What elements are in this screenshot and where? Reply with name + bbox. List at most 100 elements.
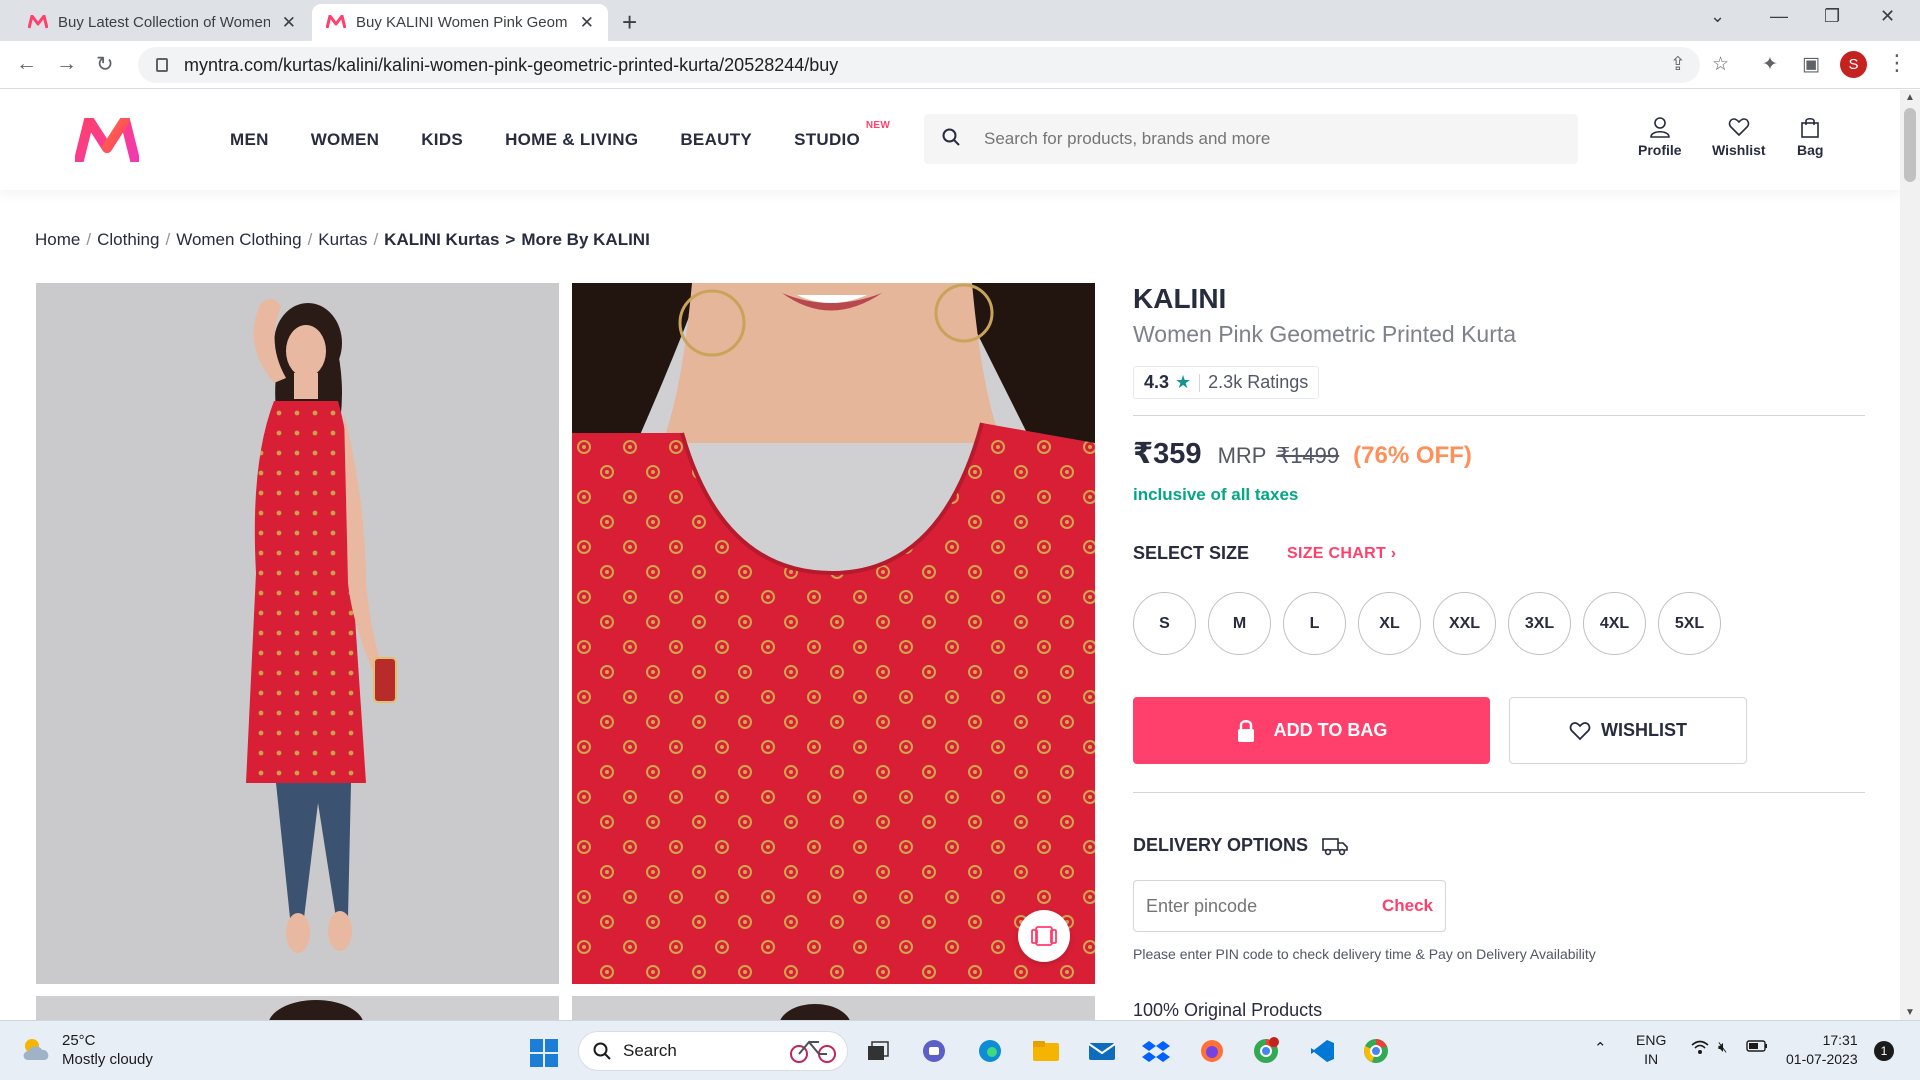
extensions-puzzle-icon[interactable]: ✦	[1762, 53, 1778, 76]
taskbar-search[interactable]: Search	[578, 1031, 848, 1071]
dropbox-icon[interactable]	[1140, 1035, 1172, 1067]
nav-kids[interactable]: KIDS	[421, 130, 463, 150]
vscode-icon[interactable]	[1306, 1035, 1338, 1067]
size-chart-link[interactable]: SIZE CHART ›	[1287, 545, 1396, 563]
bag-icon	[1801, 117, 1820, 138]
size-button-4xl[interactable]: 4XL	[1583, 592, 1646, 655]
teams-chat-icon[interactable]	[918, 1035, 950, 1067]
myntra-favicon-icon	[27, 14, 49, 31]
profile-avatar[interactable]: S	[1840, 51, 1867, 78]
size-button-5xl[interactable]: 5XL	[1658, 592, 1721, 655]
scroll-down-arrow-icon[interactable]: ▼	[1905, 1007, 1915, 1018]
size-button-xl[interactable]: XL	[1358, 592, 1421, 655]
size-button-l[interactable]: L	[1283, 592, 1346, 655]
nav-men[interactable]: MEN	[230, 130, 269, 150]
wifi-icon[interactable]	[1690, 1039, 1710, 1059]
wishlist-button[interactable]: WISHLIST	[1509, 697, 1747, 764]
product-brand[interactable]: KALINI	[1133, 283, 1865, 315]
window-close-icon[interactable]: ✕	[1880, 6, 1895, 27]
tax-note: inclusive of all taxes	[1133, 485, 1299, 504]
header-bag[interactable]: Bag	[1797, 116, 1823, 158]
forward-arrow-icon[interactable]: →	[56, 52, 77, 76]
size-button-m[interactable]: M	[1208, 592, 1271, 655]
breadcrumb-brand-kurtas[interactable]: KALINI Kurtas	[384, 230, 499, 249]
nav-women[interactable]: WOMEN	[311, 130, 380, 150]
view-similar-button[interactable]	[1018, 910, 1070, 962]
breadcrumb-more-by-brand[interactable]: More By KALINI	[521, 230, 649, 249]
breadcrumb-home[interactable]: Home	[35, 230, 80, 249]
bag-lock-icon	[1237, 719, 1254, 742]
rating-badge[interactable]: 4.3 ★ 2.3k Ratings	[1133, 366, 1320, 399]
back-arrow-icon[interactable]: ←	[16, 52, 37, 76]
restore-icon[interactable]: ❐	[1824, 6, 1840, 27]
discount: (76% OFF)	[1353, 442, 1472, 469]
header-wishlist[interactable]: Wishlist	[1712, 116, 1766, 158]
profile-label: Profile	[1638, 142, 1682, 158]
breadcrumb: Home / Clothing / Women Clothing / Kurtas / KALI…	[35, 230, 650, 249]
add-to-bag-button[interactable]: ADD TO BAG	[1133, 697, 1490, 764]
nav-beauty[interactable]: BEAUTY	[680, 130, 752, 150]
firefox-icon[interactable]	[1196, 1035, 1228, 1067]
size-button-s[interactable]: S	[1133, 592, 1196, 655]
minimize-icon[interactable]: —	[1770, 6, 1788, 27]
myntra-logo[interactable]	[74, 115, 140, 167]
product-image-4[interactable]	[572, 996, 1095, 1020]
bookmark-star-icon[interactable]: ☆	[1712, 53, 1729, 76]
product-name: Women Pink Geometric Printed Kurta	[1133, 321, 1517, 347]
bicycle-icon	[790, 1040, 836, 1063]
product-image-3[interactable]	[36, 996, 559, 1020]
breadcrumb-clothing[interactable]: Clothing	[97, 230, 159, 249]
search-input[interactable]	[984, 129, 1484, 149]
system-clock[interactable]: 17:31 01-07-2023	[1786, 1031, 1858, 1069]
taskbar-search-label: Search	[623, 1041, 677, 1060]
share-icon[interactable]: ⇪	[1670, 53, 1686, 76]
check-pincode-button[interactable]: Check	[1382, 896, 1433, 916]
notification-count-badge[interactable]: 1	[1874, 1041, 1894, 1061]
region-code: IN	[1644, 1051, 1659, 1067]
close-icon[interactable]: ✕	[580, 13, 594, 33]
profile-icon	[1649, 117, 1670, 138]
windows-start-icon[interactable]	[530, 1039, 558, 1072]
browser-tab-2[interactable]: Buy KALINI Women Pink Geometr ✕	[312, 4, 608, 41]
size-button-xxl[interactable]: XXL	[1433, 592, 1496, 655]
language-indicator[interactable]: ENG IN	[1636, 1031, 1666, 1069]
tray-overflow-chevron-icon[interactable]: ⌃	[1594, 1039, 1607, 1057]
reload-icon[interactable]: ↻	[96, 52, 114, 77]
menu-kebab-icon[interactable]: ⋮	[1886, 50, 1908, 76]
tab-search-chevron-icon[interactable]: ⌄	[1710, 6, 1725, 27]
product-image-full-length[interactable]	[36, 283, 559, 984]
product-image-closeup[interactable]	[572, 283, 1095, 984]
nav-home-living[interactable]: HOME & LIVING	[505, 130, 638, 150]
page-scrollbar[interactable]: ▲ ▼	[1900, 90, 1920, 1020]
breadcrumb-kurtas[interactable]: Kurtas	[318, 230, 367, 249]
breadcrumb-women-clothing[interactable]: Women Clothing	[176, 230, 301, 249]
clock-time: 17:31	[1822, 1032, 1858, 1048]
edge-browser-icon[interactable]	[974, 1035, 1006, 1067]
weather-widget[interactable]: 25°C Mostly cloudy	[20, 1031, 153, 1069]
browser-tab-1[interactable]: Buy Latest Collection of Women K ✕	[14, 4, 310, 41]
site-search[interactable]	[924, 114, 1578, 164]
battery-icon[interactable]	[1746, 1039, 1768, 1057]
volume-muted-icon[interactable]: 🔇︎	[1718, 1039, 1727, 1056]
new-tab-plus-icon[interactable]: +	[622, 7, 637, 38]
size-button-3xl[interactable]: 3XL	[1508, 592, 1571, 655]
scrollbar-thumb[interactable]	[1904, 108, 1916, 182]
address-bar[interactable]: myntra.com/kurtas/kalini/kalini-women-pi…	[138, 47, 1700, 83]
product-details: KALINI Women Pink Geometric Printed Kurt…	[1133, 283, 1865, 1020]
chrome-icon[interactable]	[1360, 1035, 1392, 1067]
nav-studio[interactable]: STUDIO NEW	[794, 120, 890, 150]
pincode-note: Please enter PIN code to check delivery …	[1133, 946, 1596, 962]
close-icon[interactable]: ✕	[282, 13, 296, 33]
new-badge: NEW	[865, 120, 891, 131]
star-icon: ★	[1175, 372, 1192, 392]
chrome-profile-icon[interactable]	[1250, 1035, 1282, 1067]
scroll-up-arrow-icon[interactable]: ▲	[1905, 92, 1915, 103]
mail-icon[interactable]	[1086, 1035, 1118, 1067]
pincode-input[interactable]	[1146, 895, 1346, 917]
bag-label: Bag	[1797, 142, 1824, 158]
task-view-icon[interactable]	[862, 1035, 894, 1067]
header-profile[interactable]: Profile	[1638, 116, 1682, 158]
side-panel-icon[interactable]: ▣	[1802, 53, 1820, 76]
tab-title: Buy KALINI Women Pink Geometr	[356, 14, 568, 31]
file-explorer-icon[interactable]	[1030, 1035, 1062, 1067]
